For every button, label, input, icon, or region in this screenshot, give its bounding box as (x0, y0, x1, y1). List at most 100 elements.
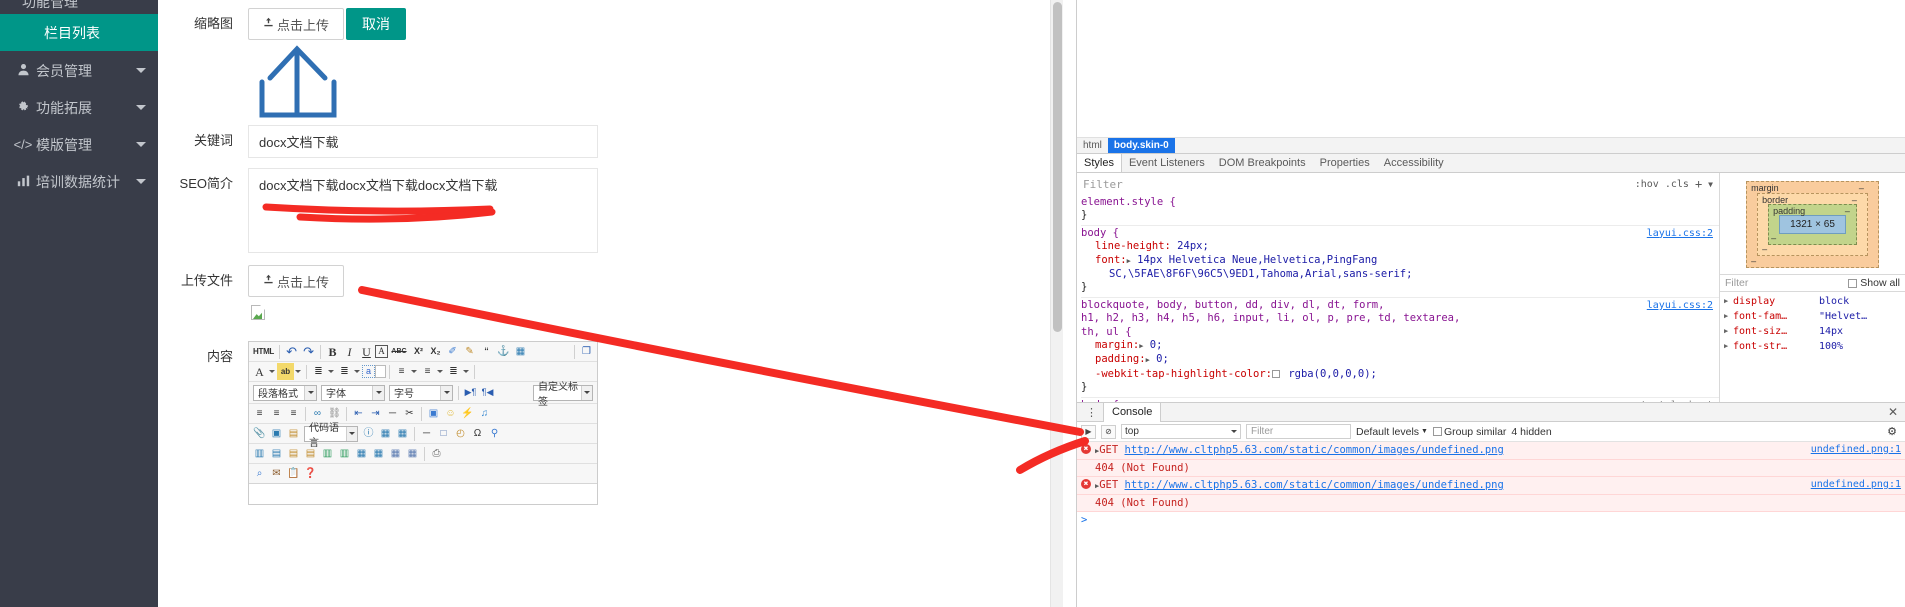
anchor-icon[interactable]: ⚓ (495, 343, 512, 360)
close-icon[interactable]: ✕ (1881, 405, 1905, 419)
console-error-row[interactable]: ✖ ▶GET http://www.cltphp5.63.com/static/… (1077, 442, 1905, 460)
clear-console-icon[interactable]: ⊘ (1101, 424, 1116, 439)
align-center-icon[interactable]: ≡ (268, 405, 285, 422)
css-declaration[interactable]: padding:▶ 0; (1081, 353, 1719, 367)
tab-event-listeners[interactable]: Event Listeners (1122, 154, 1212, 172)
main-scrollbar[interactable] (1050, 0, 1063, 607)
indent-icon[interactable]: ≡ (393, 363, 410, 380)
console-levels-select[interactable]: Default levels ▼ (1356, 426, 1428, 438)
drawer-tab-console[interactable]: Console (1103, 402, 1162, 422)
group-similar-toggle[interactable]: Group similar (1432, 426, 1506, 438)
paragraph-format-select[interactable]: 段落格式 (253, 384, 317, 401)
sidebar-item-member[interactable]: 会员管理 (0, 52, 158, 89)
unordered-list-icon[interactable]: ≣ (336, 363, 353, 380)
sidebar-item-extensions[interactable]: 功能拓展 (0, 89, 158, 126)
chevron-down-icon[interactable] (463, 370, 469, 373)
superscript-icon[interactable]: X² (410, 343, 427, 360)
console-error-source[interactable]: undefined.png:1 (1811, 478, 1901, 492)
css-rule-body-ua[interactable]: user agent stylesheet body { display: bl… (1081, 398, 1719, 402)
sidebar-item-template[interactable]: </> 模版管理 (0, 126, 158, 163)
table-border-icon[interactable]: ▦ (404, 445, 421, 462)
expand-triangle-icon[interactable]: ▶ (1724, 310, 1733, 323)
search-replace-icon[interactable]: ⚲ (486, 425, 503, 442)
expand-triangle-icon[interactable]: ▶ (1724, 340, 1733, 353)
chevron-down-icon[interactable] (328, 370, 334, 373)
chevron-down-icon[interactable] (269, 370, 275, 373)
emoticon-icon[interactable]: ☺ (442, 405, 459, 422)
thumbnail-upload-button[interactable]: 点击上传 (248, 8, 345, 40)
computed-property[interactable]: ▶ font-fam… "Helvet… (1720, 309, 1905, 324)
gear-icon[interactable]: ⚙ (1887, 425, 1901, 438)
chevron-down-icon[interactable]: ▼ (1708, 178, 1713, 191)
font-family-select[interactable]: 字体 (321, 384, 385, 401)
custom-tag-select[interactable]: 自定义标签 (533, 382, 593, 408)
breadcrumb-item-body[interactable]: body.skin-0 (1107, 138, 1175, 153)
console-context-select[interactable]: top (1121, 424, 1241, 439)
styles-filter-input[interactable]: Filter (1083, 178, 1123, 191)
select-all-icon[interactable]: a (362, 365, 375, 378)
rtl-icon[interactable]: ¶◀ (479, 384, 496, 401)
console-error-source[interactable]: undefined.png:1 (1811, 443, 1901, 457)
hr-icon[interactable]: ─ (384, 405, 401, 422)
box-model-content[interactable]: 1321 × 65 (1779, 215, 1846, 234)
align-right-icon[interactable]: ≡ (285, 405, 302, 422)
box-model-border[interactable]: border – padding – 1321 × 65 – – (1757, 193, 1868, 256)
editor-html-button[interactable]: HTML (251, 347, 276, 356)
execute-icon[interactable]: ▶ (1081, 424, 1096, 439)
map-icon[interactable]: ▣ (268, 425, 285, 442)
date-icon[interactable]: □ (435, 425, 452, 442)
chevron-down-icon[interactable] (295, 370, 301, 373)
more-options-icon[interactable]: ⋮ (1081, 406, 1103, 419)
italic-icon[interactable]: I (341, 343, 358, 360)
tab-dom-breakpoints[interactable]: DOM Breakpoints (1212, 154, 1313, 172)
file-upload-button[interactable]: 点击上传 (248, 265, 345, 297)
spellcheck-icon[interactable]: ✉ (268, 465, 285, 482)
chevron-down-icon[interactable] (411, 370, 417, 373)
about-icon[interactable]: ⓘ (360, 425, 377, 442)
css-source-link[interactable]: layui.css:2 (1647, 299, 1713, 312)
bold-icon[interactable]: B (324, 343, 341, 360)
show-all-checkbox[interactable] (1848, 278, 1858, 288)
table-props-icon[interactable]: ▦ (394, 425, 411, 442)
redo-icon[interactable]: ↷ (300, 343, 317, 360)
devtools-elements-tree[interactable] (1077, 0, 1905, 138)
tab-properties[interactable]: Properties (1313, 154, 1377, 172)
css-declaration[interactable]: -webkit-tap-highlight-color: rgba(0,0,0,… (1081, 368, 1719, 381)
attachment-icon[interactable]: 📎 (251, 425, 268, 442)
table-cut-row-icon[interactable]: ▥ (251, 445, 268, 462)
paste-icon[interactable] (375, 365, 386, 378)
chevron-down-icon[interactable] (437, 370, 443, 373)
css-declaration[interactable]: font:▶ 14px Helvetica Neue,Helvetica,Pin… (1081, 254, 1719, 268)
time-icon[interactable]: ◴ (452, 425, 469, 442)
hr2-icon[interactable]: ─ (418, 425, 435, 442)
css-declaration[interactable]: line-height: 24px; (1081, 240, 1719, 253)
hov-toggle[interactable]: :hov (1635, 178, 1659, 191)
page-break-icon[interactable]: ✂ (401, 405, 418, 422)
template-icon[interactable]: ▤ (285, 425, 302, 442)
css-rule-reset-layui[interactable]: layui.css:2 blockquote, body, button, dd… (1081, 298, 1719, 398)
sidebar-item-training-stats[interactable]: 培训数据统计 (0, 163, 158, 200)
clipboard-icon[interactable]: 📋 (285, 465, 302, 482)
console-error-row[interactable]: ✖ ▶GET http://www.cltphp5.63.com/static/… (1077, 477, 1905, 495)
subscript-icon[interactable]: X₂ (427, 343, 444, 360)
color-swatch[interactable] (1272, 369, 1281, 378)
expand-triangle-icon[interactable]: ▶ (1724, 295, 1733, 308)
outdent2-icon[interactable]: ⇤ (350, 405, 367, 422)
cls-toggle[interactable]: .cls (1665, 178, 1689, 191)
fullscreen-icon[interactable]: ❐ (578, 343, 595, 360)
table-bg-icon[interactable]: ▦ (387, 445, 404, 462)
box-model-margin[interactable]: margin – border – padding – 1321 × 65 – … (1746, 181, 1879, 268)
format-brush-icon[interactable]: ✎ (461, 343, 478, 360)
computed-property[interactable]: ▶ font-str… 100% (1720, 339, 1905, 354)
css-rule-element-style[interactable]: element.style { } (1081, 195, 1719, 226)
breadcrumb-item-html[interactable]: html (1077, 138, 1108, 153)
computed-filter-input[interactable]: Filter (1725, 277, 1748, 289)
eraser-icon[interactable]: ✐ (444, 343, 461, 360)
boxed-a-icon[interactable]: A (375, 345, 389, 358)
outdent-icon[interactable]: ≡ (419, 363, 436, 380)
main-scrollbar-thumb[interactable] (1053, 2, 1062, 332)
console-prompt[interactable]: > (1077, 512, 1905, 528)
image-icon[interactable]: ▣ (425, 405, 442, 422)
chevron-down-icon[interactable] (354, 370, 360, 373)
table-icon[interactable]: ▦ (512, 343, 529, 360)
